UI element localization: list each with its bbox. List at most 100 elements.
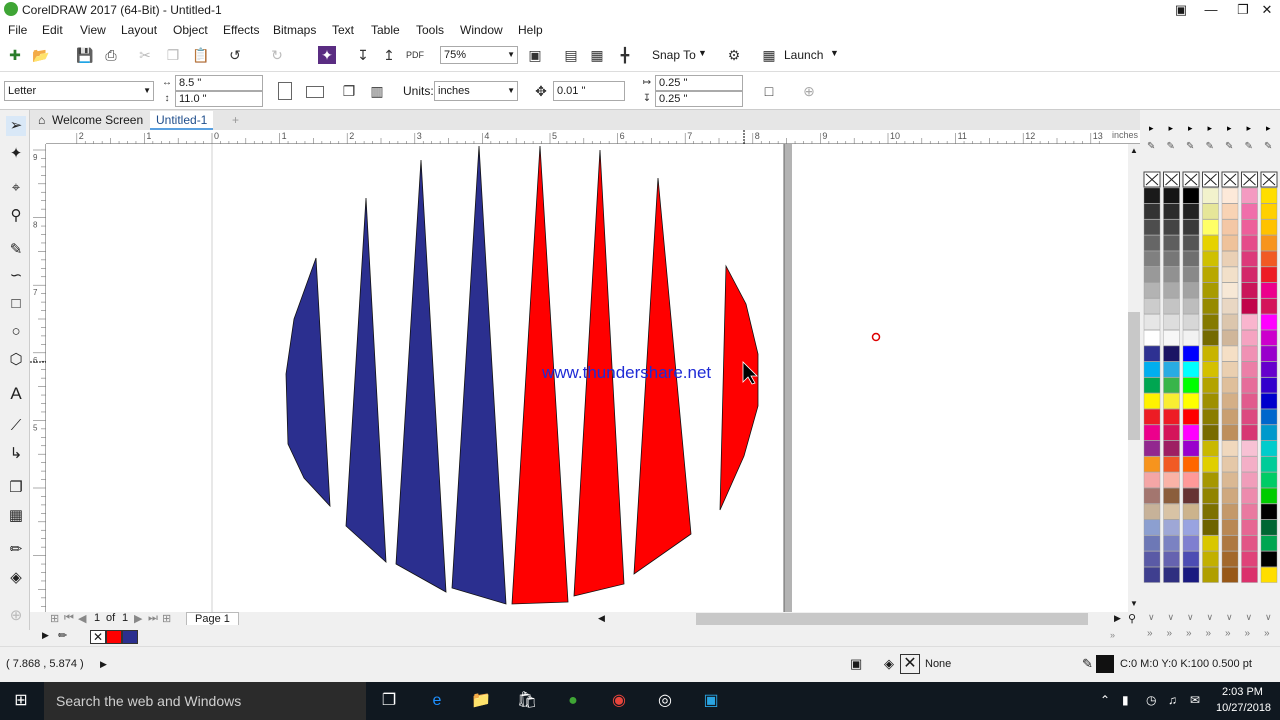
outline-color-swatch[interactable] [1096,655,1114,673]
palette-swatch[interactable] [1202,503,1219,520]
palette-swatch[interactable] [1163,282,1180,299]
palette-swatch[interactable] [1202,329,1219,346]
drop-shadow-icon[interactable]: ❐ [6,478,26,498]
palette-arrow-icon[interactable]: ▸ [1266,123,1271,133]
palette-swatch[interactable] [1260,235,1278,251]
pick-tool-icon[interactable]: ➢ [6,116,26,136]
menu-view[interactable]: View [80,23,106,37]
drawing-area[interactable]: www.thundershare.net [46,144,1128,612]
palette-swatch[interactable] [1163,314,1180,330]
tab-untitled-1[interactable]: Untitled-1 [150,111,214,130]
palette-swatch[interactable] [1182,203,1200,220]
palette-eyedropper-icon[interactable]: ✎ [1264,141,1272,152]
palette-arrow-icon[interactable]: ▸ [1247,123,1252,133]
document-swatch-red[interactable] [106,630,122,644]
palette-swatch[interactable] [1241,409,1258,425]
help-window-icon[interactable]: ▣ [1166,0,1196,20]
publish-pdf-icon[interactable]: PDF [406,46,424,64]
undo-icon[interactable]: ↺ [226,46,244,64]
save-icon[interactable]: 💾 [76,46,94,64]
palette-swatch[interactable] [1221,393,1239,409]
palette-scroll-down-icon[interactable]: ∨ [1207,612,1214,622]
palette-swatch[interactable] [1143,298,1161,315]
volume-icon[interactable]: ♫ [1168,693,1177,707]
palette-swatch[interactable] [1260,519,1278,536]
polygon-tool-icon[interactable]: ⬡ [6,350,26,370]
palette-swatch[interactable] [1202,535,1219,552]
scroll-down-icon[interactable]: ▼ [1130,599,1138,608]
palette-swatch[interactable] [1182,456,1200,473]
paste-icon[interactable]: 📋 [192,46,210,64]
outline-pen-icon[interactable]: ✎ [1082,656,1093,672]
palette-swatch[interactable] [1202,488,1219,504]
palette-eyedropper-icon[interactable]: ✎ [1186,141,1194,152]
palette-swatch[interactable] [1221,472,1239,488]
menu-edit[interactable]: Edit [42,23,63,37]
palette-swatch[interactable] [1182,567,1200,583]
palette-swatch[interactable] [1182,551,1200,567]
menu-tools[interactable]: Tools [416,23,444,37]
palette-swatch[interactable] [1260,456,1278,473]
connector-tool-icon[interactable]: ↳ [6,444,26,464]
palette-swatch[interactable] [1241,329,1258,346]
palette-swatch[interactable] [1163,187,1180,204]
palette-swatch[interactable] [1260,409,1278,425]
palette-swatch[interactable] [1143,250,1161,267]
print-icon[interactable]: ⎙ [102,46,120,64]
palette-swatch[interactable] [1143,187,1161,204]
menu-file[interactable]: File [8,23,27,37]
edge-browser-icon[interactable]: e [426,690,448,712]
palette-swatch[interactable] [1202,377,1219,394]
palette-swatch[interactable] [1143,503,1161,520]
palette-swatch[interactable] [1202,424,1219,441]
palette-arrow-icon[interactable]: ▸ [1149,123,1154,133]
palette-swatch[interactable] [1260,361,1278,378]
palette-swatch[interactable] [1221,377,1239,394]
palette-swatch[interactable] [1241,377,1258,394]
palette-swatch[interactable] [1143,282,1161,299]
palette-swatch[interactable] [1182,282,1200,299]
parallel-dimension-icon[interactable]: ⟋ [6,416,26,436]
palette-swatch[interactable] [1143,266,1161,283]
palette-arrow-icon[interactable]: ▸ [1169,123,1174,133]
palette-expand-icon[interactable]: » [1245,628,1251,639]
add-icon[interactable]: ⊕ [800,82,818,100]
palette-eyedropper-icon[interactable]: ✎ [1147,141,1155,152]
page-width-field[interactable]: 8.5 " [175,75,263,91]
palette-arrow-icon[interactable]: ▸ [1208,123,1213,133]
tray-chevron-icon[interactable]: ⌃ [1100,693,1110,707]
palette-swatch[interactable] [1182,314,1200,330]
palette-swatch[interactable] [1202,235,1219,251]
palette-swatch[interactable] [1182,519,1200,536]
palette-swatch[interactable] [1260,535,1278,552]
taskbar-search-box[interactable]: Search the web and Windows [44,682,366,720]
palette-swatch[interactable] [1163,361,1180,378]
palette-swatch[interactable] [1241,282,1258,299]
palette-swatch[interactable] [1163,409,1180,425]
palette-swatch[interactable] [1202,298,1219,315]
transparency-icon[interactable]: ▦ [6,506,26,526]
palette-swatch[interactable] [1221,235,1239,251]
palette-swatch[interactable] [1260,314,1278,330]
palette-swatch[interactable] [1202,440,1219,457]
media-player-icon[interactable]: ◎ [654,690,676,712]
palette-swatch[interactable] [1202,567,1219,583]
zoom-to-page-icon[interactable]: ▣ [526,46,544,64]
blue-slice-1[interactable] [285,257,331,508]
palette-swatch[interactable] [1260,329,1278,346]
clock-date[interactable]: 10/27/2018 [1216,702,1271,714]
palette-swatch[interactable] [1143,551,1161,567]
palette-swatch[interactable] [1182,535,1200,552]
palette-swatch[interactable] [1221,219,1239,236]
color-eyedropper-icon[interactable]: ✏ [6,540,26,560]
menu-layout[interactable]: Layout [121,23,157,37]
palette-swatch[interactable] [1182,424,1200,441]
palette-swatch[interactable] [1241,219,1258,236]
palette-swatch[interactable] [1241,314,1258,330]
palette-swatch[interactable] [1221,567,1239,583]
search-content-icon[interactable]: ✦ [318,46,336,64]
palette-swatch[interactable] [1241,440,1258,457]
palette-swatch[interactable] [1182,235,1200,251]
redo-icon[interactable]: ↻ [268,46,286,64]
tab-welcome-screen[interactable]: Welcome Screen [46,111,149,130]
